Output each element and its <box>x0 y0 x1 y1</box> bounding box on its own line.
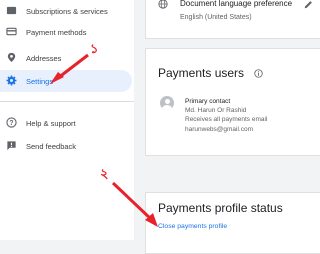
sidebar-item-feedback[interactable]: Send feedback <box>0 135 132 157</box>
sidebar-item-label: Send feedback <box>26 141 77 151</box>
sidebar-item-subscriptions[interactable]: Subscriptions & services <box>0 0 132 22</box>
credit-card-icon <box>6 27 17 36</box>
location-pin-icon <box>7 52 16 63</box>
globe-icon <box>158 0 168 9</box>
sidebar-item-payment-methods[interactable]: Payment methods <box>0 21 132 43</box>
sidebar-divider <box>0 101 134 102</box>
close-payments-profile-link[interactable]: Close payments profile <box>158 223 227 230</box>
feedback-icon <box>7 141 16 151</box>
sidebar-item-addresses[interactable]: Addresses <box>0 47 132 69</box>
avatar <box>160 96 174 110</box>
subscriptions-icon <box>6 6 17 15</box>
language-preference-title: Document language preference <box>180 0 293 8</box>
svg-text:?: ? <box>9 120 13 127</box>
user-role: Primary contact <box>185 98 231 105</box>
gear-icon <box>6 75 17 86</box>
payments-users-card: Payments users Primary contact Md. Harun… <box>145 48 320 156</box>
sidebar-item-label: Subscriptions & services <box>26 6 108 16</box>
sidebar-item-label: Settings <box>26 76 54 86</box>
info-icon[interactable] <box>254 69 263 78</box>
language-preference-value: English (United States) <box>180 14 252 21</box>
user-name: Md. Harun Or Rashid <box>185 107 247 114</box>
sidebar-item-help[interactable]: ? Help & support <box>0 112 132 134</box>
payments-users-title: Payments users <box>158 66 245 80</box>
language-card: Document language preference English (Un… <box>145 0 320 39</box>
sidebar-item-settings[interactable]: Settings <box>0 70 132 92</box>
profile-status-title: Payments profile status <box>158 201 283 215</box>
edit-pencil-icon[interactable] <box>304 0 313 9</box>
sidebar: Subscriptions & services Payment methods… <box>0 0 134 240</box>
sidebar-item-label: Addresses <box>26 53 62 63</box>
profile-status-card: Payments profile status Close payments p… <box>145 192 320 254</box>
help-icon: ? <box>6 117 17 128</box>
user-email: harunwebs@gmail.com <box>185 126 254 133</box>
sidebar-item-label: Payment methods <box>26 27 87 37</box>
user-email-preference: Receives all payments email <box>185 116 268 123</box>
sidebar-item-label: Help & support <box>26 118 76 128</box>
